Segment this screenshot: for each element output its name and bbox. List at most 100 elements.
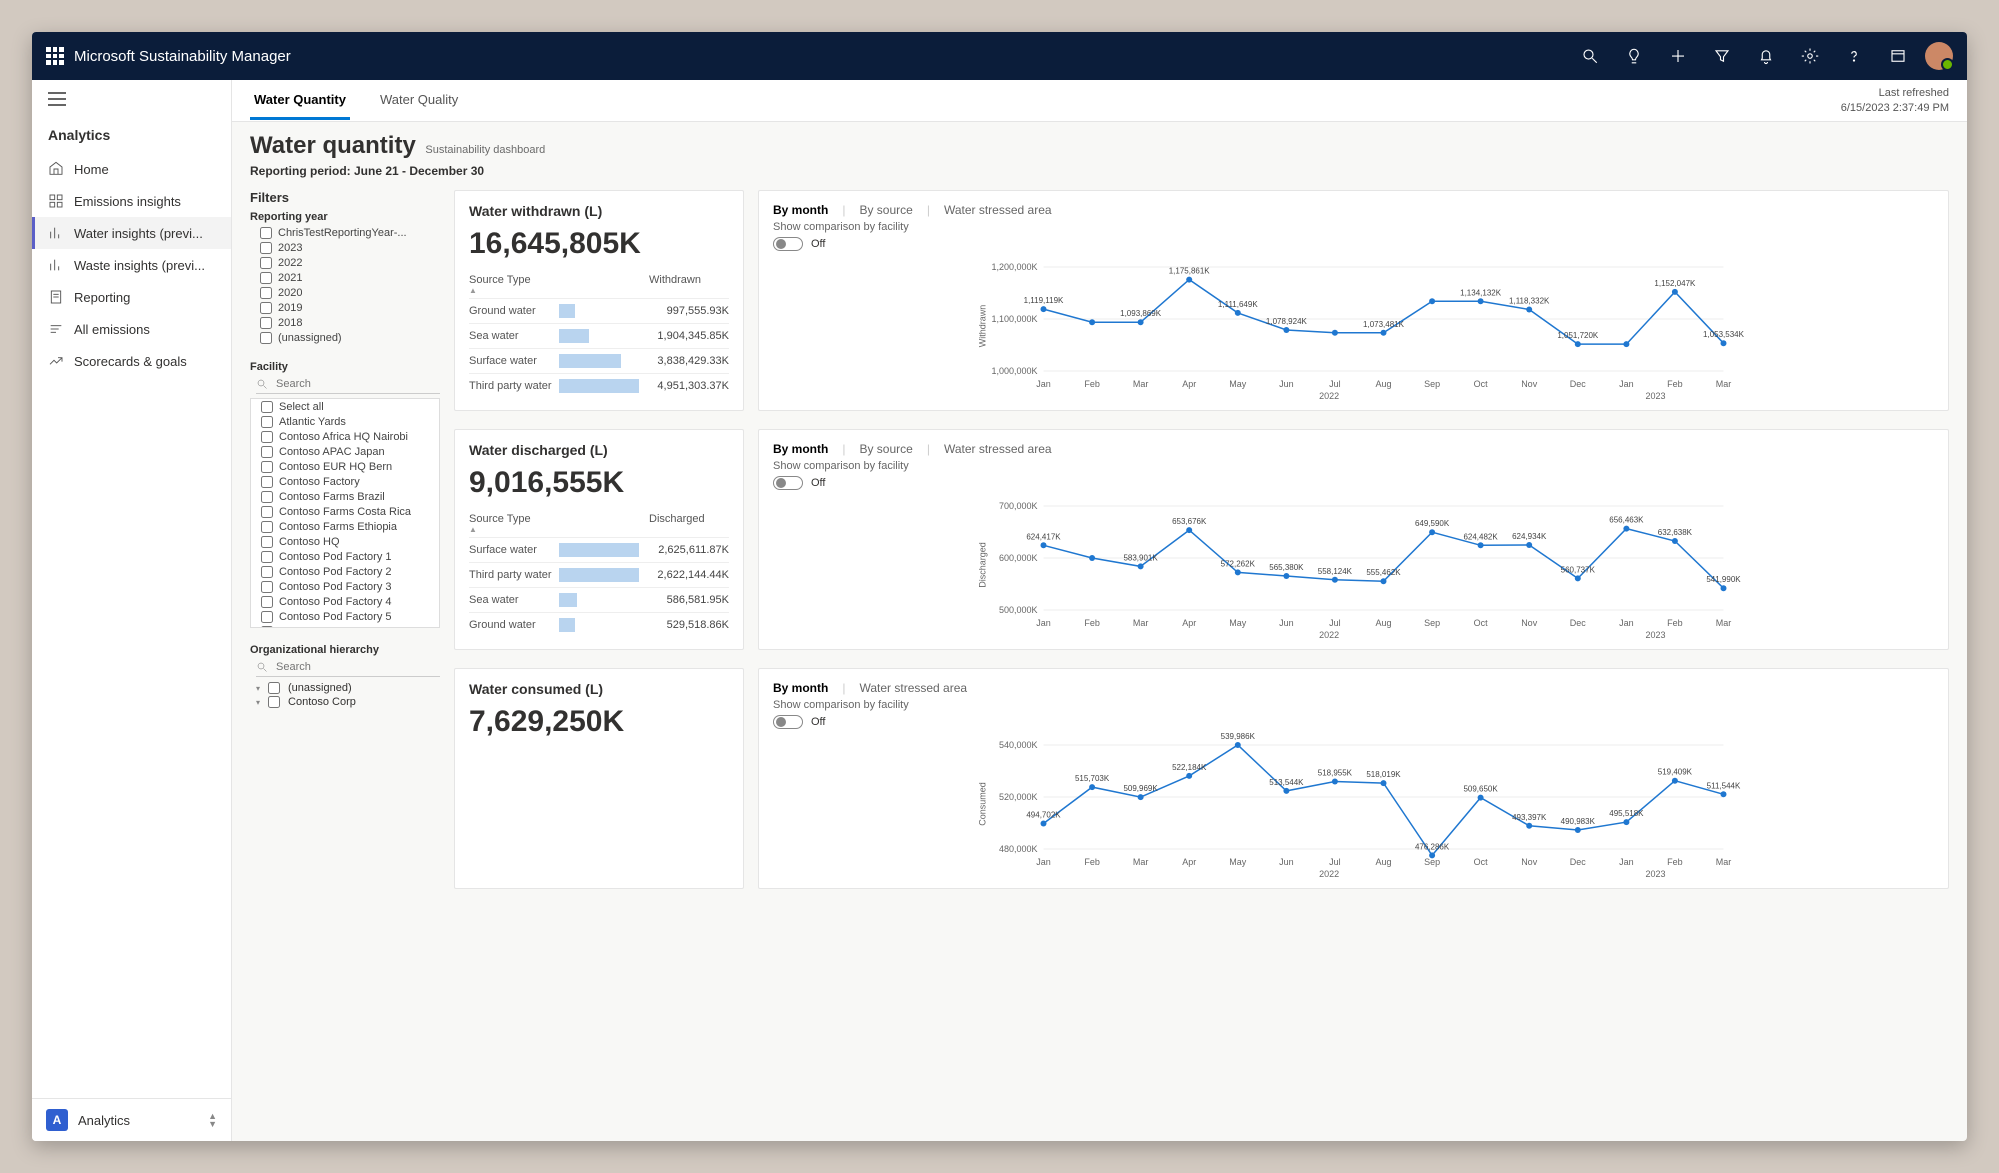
chart-tab[interactable]: By month <box>773 679 828 697</box>
search-icon[interactable] <box>1573 39 1607 73</box>
sidebar-item-6[interactable]: Scorecards & goals <box>32 345 231 377</box>
lightbulb-icon[interactable] <box>1617 39 1651 73</box>
gear-icon[interactable] <box>1793 39 1827 73</box>
checkbox[interactable] <box>261 476 273 488</box>
facility-option[interactable]: Atlantic Yards <box>251 414 439 429</box>
year-option[interactable]: 2020 <box>250 285 440 300</box>
facility-option[interactable]: Contoso HQ <box>251 534 439 549</box>
svg-text:500,000K: 500,000K <box>999 605 1038 615</box>
facility-option[interactable]: Contoso Pod Factory 3 <box>251 579 439 594</box>
checkbox[interactable] <box>260 227 272 239</box>
checkbox[interactable] <box>260 272 272 284</box>
sidebar-item-5[interactable]: All emissions <box>32 313 231 345</box>
sidebar-item-0[interactable]: Home <box>32 153 231 185</box>
org-item[interactable]: ▾Contoso Corp <box>256 695 440 709</box>
checkbox[interactable] <box>261 566 273 578</box>
facility-option[interactable]: Contoso Africa HQ Nairobi <box>251 429 439 444</box>
facility-search[interactable] <box>256 375 440 394</box>
svg-text:Aug: Aug <box>1375 379 1391 389</box>
chart-tab[interactable]: Water stressed area <box>944 440 1052 458</box>
checkbox[interactable] <box>268 682 280 694</box>
facility-option[interactable]: Contoso Pod Factory 5 <box>251 609 439 624</box>
facility-option[interactable]: Contoso EUR HQ Bern <box>251 459 439 474</box>
year-option[interactable]: (unassigned) <box>250 330 440 345</box>
svg-text:565,380K: 565,380K <box>1269 563 1304 572</box>
checkbox[interactable] <box>268 696 280 708</box>
year-option[interactable]: 2022 <box>250 255 440 270</box>
checkbox[interactable] <box>261 581 273 593</box>
facility-search-input[interactable] <box>274 377 440 391</box>
chart-tab[interactable]: Water stressed area <box>944 201 1052 219</box>
checkbox[interactable] <box>261 551 273 563</box>
checkbox[interactable] <box>261 401 273 413</box>
facility-option[interactable]: Contoso Farms Brazil <box>251 489 439 504</box>
svg-text:539,986K: 539,986K <box>1221 732 1256 741</box>
help-icon[interactable] <box>1837 39 1871 73</box>
svg-text:560,737K: 560,737K <box>1561 565 1596 574</box>
checkbox[interactable] <box>261 491 273 503</box>
tab-1[interactable]: Water Quality <box>376 82 462 120</box>
sidebar-heading: Analytics <box>32 121 231 153</box>
checkbox[interactable] <box>260 257 272 269</box>
compare-toggle[interactable]: Off <box>773 476 1934 490</box>
sidebar-item-1[interactable]: Emissions insights <box>32 185 231 217</box>
facility-option[interactable]: Contoso Factory <box>251 474 439 489</box>
checkbox[interactable] <box>261 506 273 518</box>
checkbox[interactable] <box>260 242 272 254</box>
menu-toggle-icon[interactable] <box>32 80 231 121</box>
facility-option[interactable]: Contoso Pod Factory 4 <box>251 594 439 609</box>
checkbox[interactable] <box>261 431 273 443</box>
tab-0[interactable]: Water Quantity <box>250 82 350 120</box>
checkbox[interactable] <box>261 626 273 629</box>
org-search[interactable] <box>256 658 440 677</box>
org-search-input[interactable] <box>274 660 440 674</box>
chart-tab[interactable]: By source <box>859 440 912 458</box>
facility-option[interactable]: Contoso APAC Japan <box>251 444 439 459</box>
year-option[interactable]: 2021 <box>250 270 440 285</box>
facility-option[interactable]: Contoso Farms Ethiopia <box>251 519 439 534</box>
checkbox[interactable] <box>260 317 272 329</box>
checkbox[interactable] <box>261 416 273 428</box>
chart-icon <box>48 257 64 273</box>
checkbox[interactable] <box>261 461 273 473</box>
checkbox[interactable] <box>260 332 272 344</box>
panel-icon[interactable] <box>1881 39 1915 73</box>
checkbox[interactable] <box>261 536 273 548</box>
svg-text:May: May <box>1229 618 1247 628</box>
svg-text:Jul: Jul <box>1329 857 1341 867</box>
chart-tab[interactable]: Water stressed area <box>859 679 967 697</box>
sidebar-app-switcher[interactable]: A Analytics ▲▼ <box>32 1098 231 1141</box>
app-launcher-icon[interactable] <box>46 47 64 65</box>
facility-option[interactable]: Contoso Pod Factory 1 <box>251 549 439 564</box>
chart-tab[interactable]: By month <box>773 201 828 219</box>
plus-icon[interactable] <box>1661 39 1695 73</box>
facility-option[interactable]: Select all <box>251 399 439 414</box>
checkbox[interactable] <box>260 287 272 299</box>
checkbox[interactable] <box>261 611 273 623</box>
year-option[interactable]: ChrisTestReportingYear-... <box>250 225 440 240</box>
checkbox[interactable] <box>261 521 273 533</box>
checkbox[interactable] <box>261 446 273 458</box>
svg-text:493,397K: 493,397K <box>1512 813 1547 822</box>
compare-toggle[interactable]: Off <box>773 237 1934 251</box>
sidebar-item-2[interactable]: Water insights (previ... <box>32 217 231 249</box>
kpi-value: 9,016,555K <box>469 466 729 500</box>
facility-option[interactable]: Contoso Farms Costa Rica <box>251 504 439 519</box>
filter-icon[interactable] <box>1705 39 1739 73</box>
facility-option[interactable]: Contoso Warehouse <box>251 624 439 628</box>
year-option[interactable]: 2018 <box>250 315 440 330</box>
compare-toggle[interactable]: Off <box>773 715 1934 729</box>
checkbox[interactable] <box>261 596 273 608</box>
year-option[interactable]: 2023 <box>250 240 440 255</box>
bell-icon[interactable] <box>1749 39 1783 73</box>
facility-list[interactable]: Select allAtlantic YardsContoso Africa H… <box>250 398 440 628</box>
checkbox[interactable] <box>260 302 272 314</box>
facility-option[interactable]: Contoso Pod Factory 2 <box>251 564 439 579</box>
chart-tab[interactable]: By source <box>859 201 912 219</box>
sidebar-item-4[interactable]: Reporting <box>32 281 231 313</box>
year-option[interactable]: 2019 <box>250 300 440 315</box>
chart-tab[interactable]: By month <box>773 440 828 458</box>
user-avatar[interactable] <box>1925 42 1953 70</box>
org-item[interactable]: ▾(unassigned) <box>256 681 440 695</box>
sidebar-item-3[interactable]: Waste insights (previ... <box>32 249 231 281</box>
